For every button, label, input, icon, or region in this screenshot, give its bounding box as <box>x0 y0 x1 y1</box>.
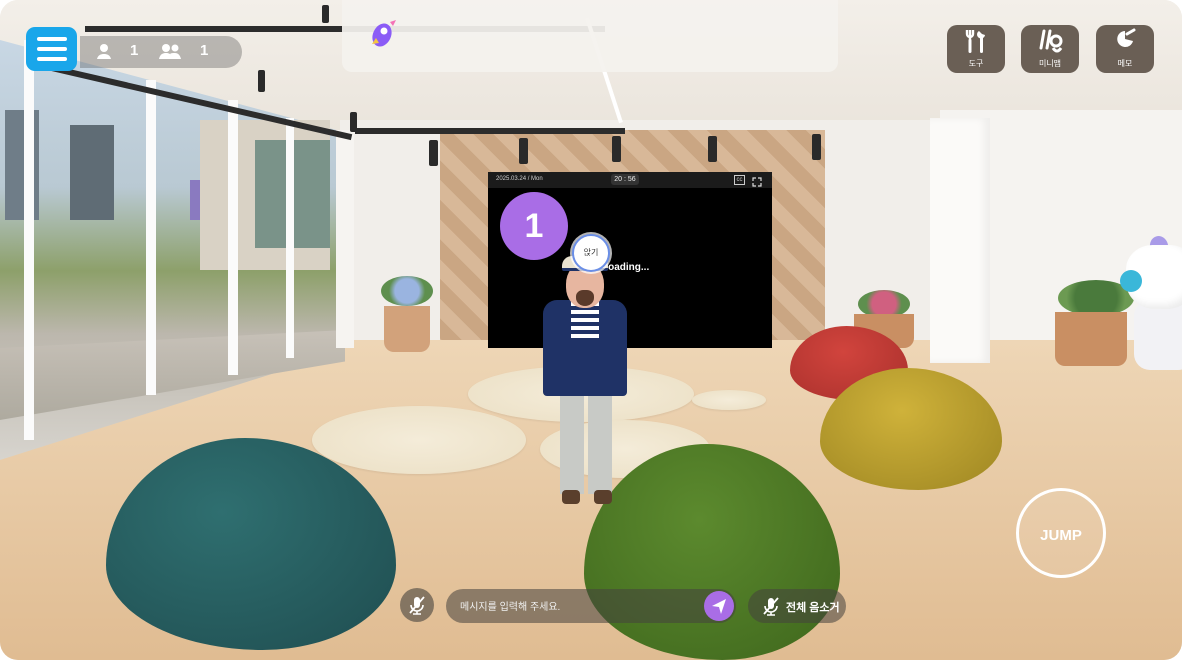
memo-button[interactable]: 메모 <box>1096 25 1154 73</box>
spot-light <box>350 112 357 132</box>
robot-mascot-body <box>1134 300 1182 370</box>
mic-off-icon <box>763 597 779 616</box>
screen-loading-text: Loading... <box>602 262 650 273</box>
robot-mascot-eye <box>1120 270 1142 292</box>
window-frame <box>146 80 156 395</box>
window-frame <box>336 130 354 348</box>
round-rug <box>312 406 526 474</box>
minimap-label: 미니맵 <box>1038 59 1062 68</box>
users-icon <box>158 42 181 62</box>
minimap-icon <box>1039 29 1063 53</box>
window-frame <box>286 118 294 358</box>
memo-icon <box>1117 28 1136 47</box>
spot-light <box>708 136 717 162</box>
visitor-icon <box>94 42 114 62</box>
pillar <box>930 118 990 363</box>
menu-bar <box>36 57 67 61</box>
screen-date: 2025.03.24 / Mon <box>496 176 543 182</box>
menu-bar <box>36 47 67 51</box>
menu-bar <box>36 37 67 41</box>
mute-all-button[interactable]: 전체 음소거 <box>748 589 846 623</box>
chat-input-bar[interactable] <box>446 589 736 625</box>
cc-icon[interactable]: cc <box>734 175 745 185</box>
plant-pot <box>1055 312 1127 366</box>
avatar-beard <box>576 290 594 306</box>
minimap-button[interactable]: 미니맵 <box>1021 25 1079 73</box>
screen-clock: 20 : 56 <box>611 174 639 185</box>
spot-light <box>612 136 621 162</box>
tools-label: 도구 <box>968 59 984 68</box>
spot-light <box>812 134 821 160</box>
window-frame <box>228 100 238 375</box>
top-center-panel <box>342 0 838 72</box>
flower-pot <box>384 306 430 352</box>
mic-toggle-button[interactable] <box>400 588 434 622</box>
spot-light <box>429 140 438 166</box>
building <box>70 125 114 220</box>
spot-light <box>519 138 528 164</box>
jump-button[interactable]: JUMP <box>1016 488 1106 578</box>
avatar-shirt <box>571 302 599 342</box>
spot-light <box>258 70 265 92</box>
fullscreen-icon[interactable] <box>752 174 762 187</box>
avatar-shoe <box>594 490 612 504</box>
round-rug <box>692 390 766 410</box>
tools-icon <box>965 30 985 53</box>
step-marker-badge: 1 <box>500 192 568 260</box>
hamburger-menu-icon[interactable] <box>26 27 77 71</box>
chat-message-input[interactable] <box>458 589 702 625</box>
visitor-count: 1 <box>130 42 139 59</box>
tools-button[interactable]: 도구 <box>947 25 1005 73</box>
metaverse-room-scene[interactable]: 2025.03.24 / Mon 20 : 56 cc Loading... 1… <box>0 0 1182 660</box>
sit-button[interactable]: 앉기 <box>572 234 610 272</box>
window-frame <box>24 40 34 440</box>
avatar-shoe <box>562 490 580 504</box>
rocket-logo-icon <box>368 18 398 50</box>
flower-plant <box>381 276 433 306</box>
mute-all-label: 전체 음소거 <box>786 602 840 614</box>
avatar-legs <box>560 382 612 494</box>
light-rail <box>355 128 625 134</box>
mic-off-icon <box>409 596 425 615</box>
user-count: 1 <box>200 42 209 59</box>
memo-label: 메모 <box>1117 59 1133 68</box>
send-button[interactable] <box>704 591 734 621</box>
send-icon <box>712 599 726 614</box>
spot-light <box>322 5 329 23</box>
